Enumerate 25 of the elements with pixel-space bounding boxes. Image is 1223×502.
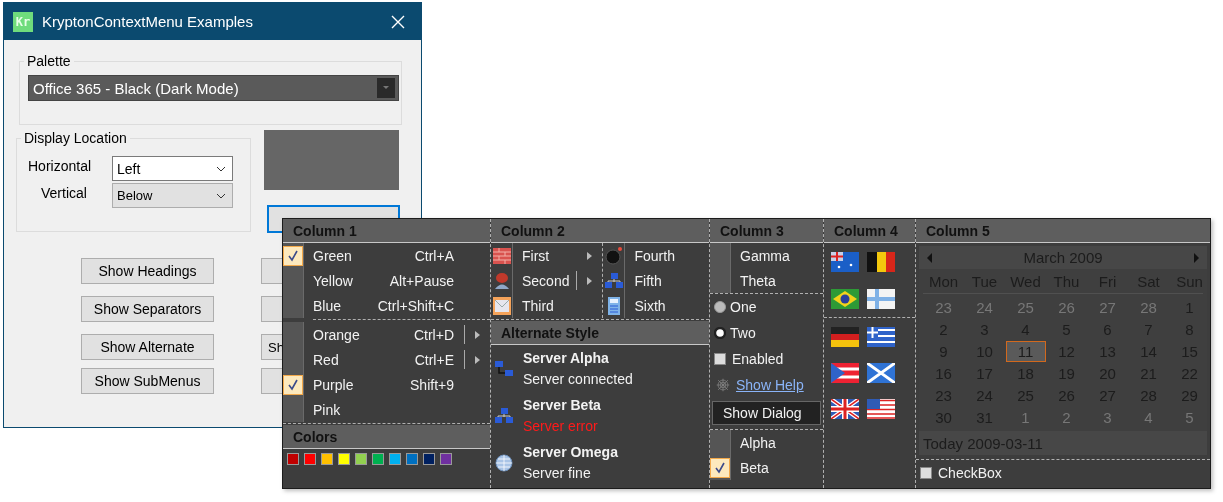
item-status: Server error [523, 418, 599, 434]
shortcut-text: Ctrl+D [413, 326, 455, 343]
column-heading: Column 2 [491, 219, 709, 243]
shortcut-text: Ctrl+A [414, 247, 455, 264]
column-heading: Alternate Style [491, 321, 709, 345]
column-heading: Colors [283, 425, 490, 449]
app-logo: Kr [13, 11, 33, 32]
group-label: Display Location [23, 130, 128, 146]
group-label: Palette [26, 53, 72, 69]
shortcut-text: Ctrl+Shift+C [377, 297, 455, 314]
column-heading: Column 1 [283, 219, 490, 243]
item-status: Server connected [523, 371, 633, 387]
item-title: Server Beta [523, 397, 601, 413]
window-title: KryptonContextMenu Examples [42, 13, 254, 30]
shortcut-text: Ctrl+E [414, 351, 455, 368]
shortcut-text: Alt+Pause [389, 272, 455, 289]
item-title: Server Alpha [523, 350, 610, 366]
field-label: Horizontal [28, 158, 92, 174]
shortcut-text: Shift+9 [410, 376, 455, 393]
column-heading: Column 5 [916, 219, 1210, 243]
column-heading: Column 4 [824, 219, 915, 243]
field-label: Vertical [41, 185, 87, 201]
item-status: Server fine [523, 465, 592, 481]
item-title: Server Omega [523, 444, 618, 460]
column-heading: Column 3 [710, 219, 823, 243]
